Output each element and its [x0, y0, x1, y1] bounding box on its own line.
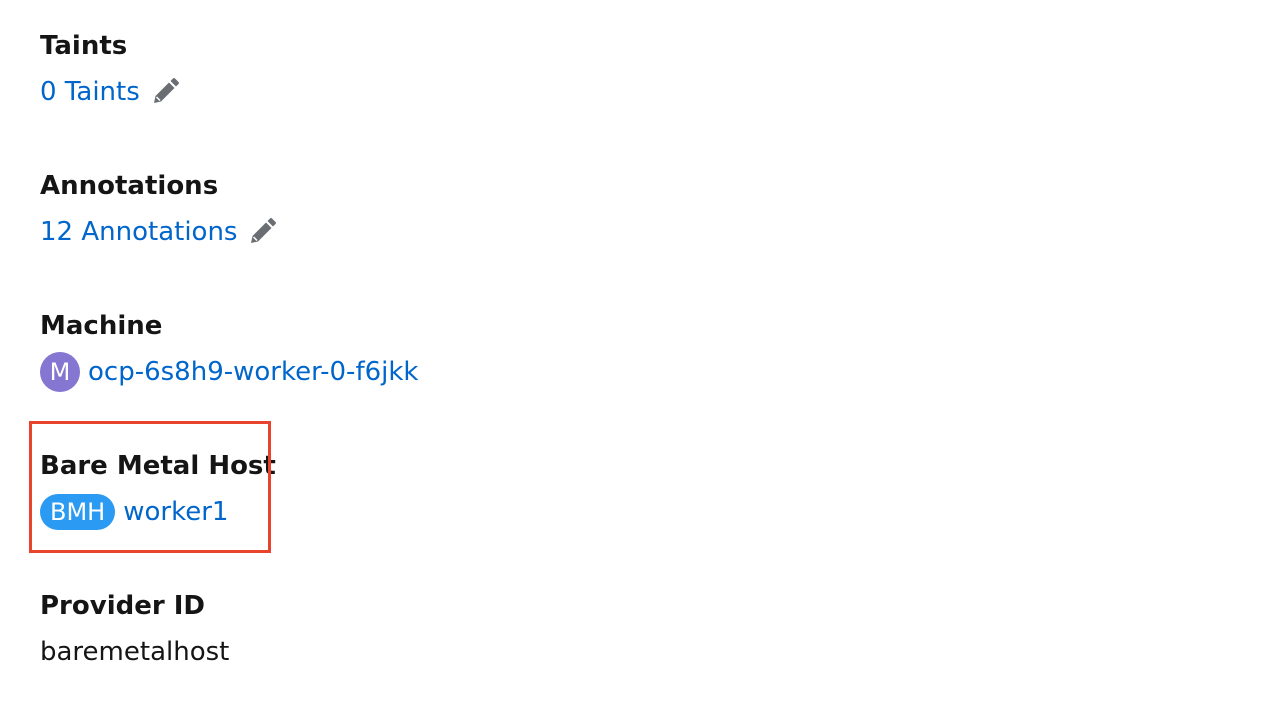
pencil-icon[interactable] [150, 77, 180, 107]
provider-id-group: Provider ID baremetalhost [40, 588, 740, 728]
annotations-link[interactable]: 12 Annotations [40, 214, 237, 250]
taints-group: Taints 0 Taints [40, 28, 740, 168]
provider-id-label: Provider ID [40, 591, 205, 621]
machine-resource-badge: M [40, 352, 80, 392]
bare-metal-host-link[interactable]: worker1 [123, 494, 228, 530]
annotations-label: Annotations [40, 171, 219, 201]
pencil-icon[interactable] [247, 217, 277, 247]
machine-link[interactable]: ocp-6s8h9-worker-0-f6jkk [88, 354, 418, 390]
annotations-value-row: 12 Annotations [40, 214, 740, 250]
taints-label: Taints [40, 31, 128, 61]
node-details-list: Taints 0 Taints Annotations 12 Annotatio… [40, 28, 740, 728]
machine-group: Machine M ocp-6s8h9-worker-0-f6jkk [40, 308, 740, 448]
taints-value-row: 0 Taints [40, 74, 740, 110]
provider-id-value: baremetalhost [40, 637, 230, 667]
taints-link[interactable]: 0 Taints [40, 74, 140, 110]
bare-metal-host-group: Bare Metal Host BMH worker1 [40, 448, 740, 588]
bmh-resource-badge: BMH [40, 494, 116, 530]
bare-metal-host-value-row: BMH worker1 [40, 494, 740, 530]
machine-value-row: M ocp-6s8h9-worker-0-f6jkk [40, 352, 740, 392]
machine-label: Machine [40, 311, 163, 341]
annotations-group: Annotations 12 Annotations [40, 168, 740, 308]
bare-metal-host-label: Bare Metal Host [40, 451, 276, 481]
